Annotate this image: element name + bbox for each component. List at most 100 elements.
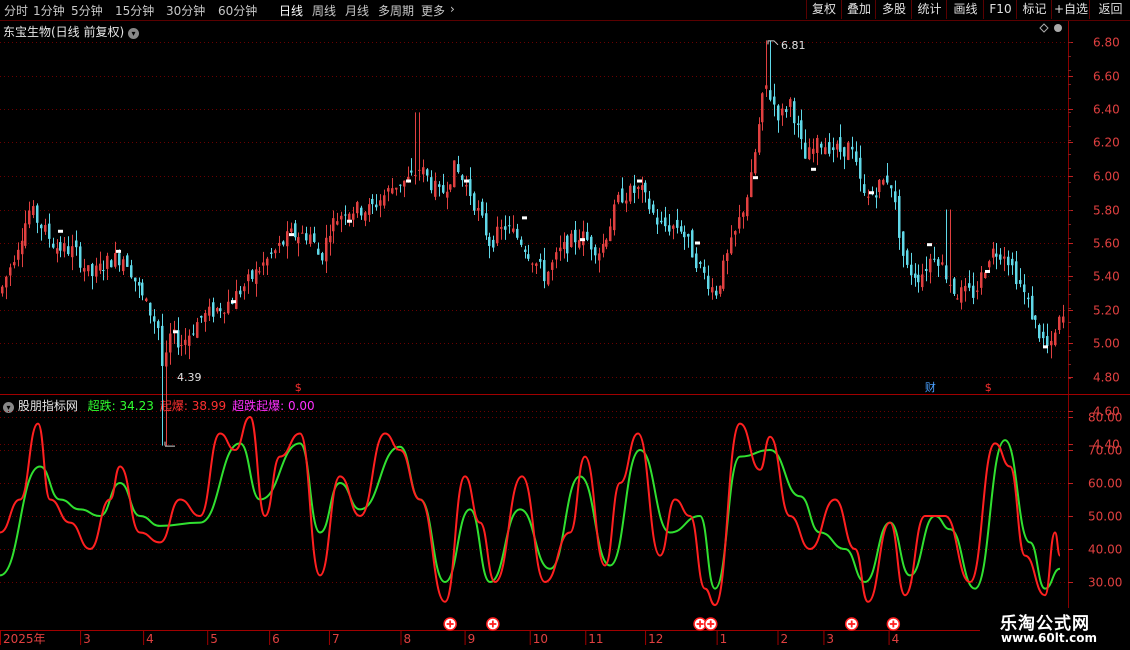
price-label: 5.60 — [1093, 237, 1120, 251]
candle-body — [465, 185, 468, 187]
candle-body — [676, 219, 679, 228]
candle-body — [726, 253, 729, 261]
candle-body — [878, 179, 881, 193]
candle-body — [426, 169, 429, 176]
stock-title[interactable]: 东宝生物(日线 前复权) ▾ — [3, 23, 140, 40]
timeframe-10[interactable]: 更多 — [421, 2, 445, 19]
candle-body — [851, 146, 854, 150]
candle-body — [383, 195, 386, 206]
candle-body — [216, 308, 219, 312]
timeframe-8[interactable]: 月线 — [345, 2, 369, 19]
candle-body — [481, 201, 484, 216]
timeframe-0[interactable]: 分时 — [4, 2, 28, 19]
event-marker[interactable]: $ — [295, 381, 302, 394]
candle-body — [59, 242, 62, 251]
candle-body — [196, 322, 199, 338]
toolbar-button-7[interactable]: +自选 — [1051, 0, 1090, 19]
date-label: 12 — [648, 632, 663, 646]
toolbar: 分时 1分钟 5分钟 15分钟 30分钟 60分钟 日线 周线 月线 多周期 更多 › 复权 叠加 多股 统计… — [0, 0, 1130, 21]
candle-body — [621, 188, 624, 203]
chevron-right-icon[interactable]: › — [450, 2, 455, 16]
candle-body — [410, 170, 413, 173]
chevron-down-icon[interactable]: ▾ — [3, 402, 14, 413]
candle-body — [929, 258, 932, 273]
timeframe-3[interactable]: 15分钟 — [115, 2, 154, 19]
timeframe-6[interactable]: 日线 — [279, 2, 303, 19]
buy-signal-icon[interactable] — [693, 617, 707, 631]
toolbar-button-5[interactable]: F10 — [983, 0, 1017, 19]
candle-body — [984, 272, 987, 279]
candle-body — [808, 147, 811, 160]
candle-body — [290, 228, 293, 232]
timeframe-1[interactable]: 1分钟 — [33, 2, 65, 19]
doji-marker — [406, 179, 411, 183]
candle-body — [656, 217, 659, 225]
candle-body — [625, 200, 628, 204]
toolbar-button-1[interactable]: 叠加 — [841, 0, 876, 19]
candle-body — [258, 271, 261, 273]
candle-body — [687, 234, 690, 237]
candle-body — [32, 206, 35, 216]
candle-body — [36, 205, 39, 223]
candle-body — [399, 184, 402, 186]
candle-body — [773, 96, 776, 105]
candle-body — [875, 195, 878, 198]
candle-body — [278, 242, 281, 246]
date-label: 7 — [332, 632, 340, 646]
candle-body — [161, 325, 164, 366]
candle-body — [496, 226, 499, 244]
buy-signal-icon[interactable] — [703, 617, 718, 631]
date-axis: 2025年 3 4 5 6 7 8 9 10 11 12 1 2 3 4 — [0, 631, 899, 646]
candle-body — [266, 258, 269, 266]
date-label: 5 — [210, 632, 218, 646]
diamond-icon[interactable] — [1039, 23, 1049, 33]
candle-body — [839, 137, 842, 152]
candle-body — [118, 253, 121, 266]
candle-body — [294, 223, 297, 238]
timeframe-5[interactable]: 60分钟 — [218, 2, 257, 19]
candle-body — [219, 308, 222, 312]
candle-body — [329, 235, 332, 243]
candle-body — [824, 147, 827, 155]
doji-marker — [1043, 345, 1048, 349]
candle-body — [243, 286, 246, 292]
timeframe-9[interactable]: 多周期 — [378, 2, 414, 19]
candle-body — [680, 226, 683, 232]
toolbar-button-3[interactable]: 统计 — [911, 0, 947, 19]
circle-icon[interactable] — [1054, 24, 1062, 32]
toolbar-button-6[interactable]: 标记 — [1016, 0, 1052, 19]
candle-body — [820, 143, 823, 148]
date-label: 2 — [781, 632, 789, 646]
buy-signal-icon[interactable] — [443, 617, 457, 631]
candle-body — [894, 191, 897, 203]
candle-body — [239, 290, 242, 295]
event-marker[interactable]: $ — [985, 381, 992, 394]
candle-body — [200, 315, 203, 318]
toolbar-button-0[interactable]: 复权 — [806, 0, 841, 19]
doji-marker — [811, 167, 816, 171]
timeframe-2[interactable]: 5分钟 — [71, 2, 103, 19]
buy-signal-icon[interactable] — [886, 617, 901, 631]
candle-body — [945, 265, 948, 280]
toolbar-button-2[interactable]: 多股 — [875, 0, 912, 19]
timeframe-4[interactable]: 30分钟 — [166, 2, 205, 19]
candle-body — [559, 247, 562, 252]
toolbar-button-4[interactable]: 画线 — [946, 0, 984, 19]
event-marker[interactable]: 财 — [925, 380, 936, 394]
candle-body — [672, 225, 675, 229]
candle-body — [781, 108, 784, 116]
chevron-down-icon[interactable]: ▾ — [128, 28, 140, 39]
candle-body — [364, 212, 367, 221]
timeframe-7[interactable]: 周线 — [312, 2, 336, 19]
candle-body — [184, 339, 187, 345]
stock-chart[interactable]: 6.80 6.60 6.40 6.20 6.00 5.80 5.60 5.40 5.20 5.00… — [0, 0, 1130, 650]
toolbar-button-8[interactable]: 返回 — [1089, 0, 1130, 19]
buy-signal-icon[interactable] — [486, 617, 500, 631]
buy-signal-icon[interactable] — [844, 617, 859, 631]
doji-marker — [289, 233, 294, 237]
indicator-label: 30.00 — [1088, 576, 1122, 590]
candle-body — [149, 302, 152, 316]
candle-body — [418, 169, 421, 171]
candle-body — [99, 263, 102, 271]
candle-body — [1058, 316, 1061, 330]
